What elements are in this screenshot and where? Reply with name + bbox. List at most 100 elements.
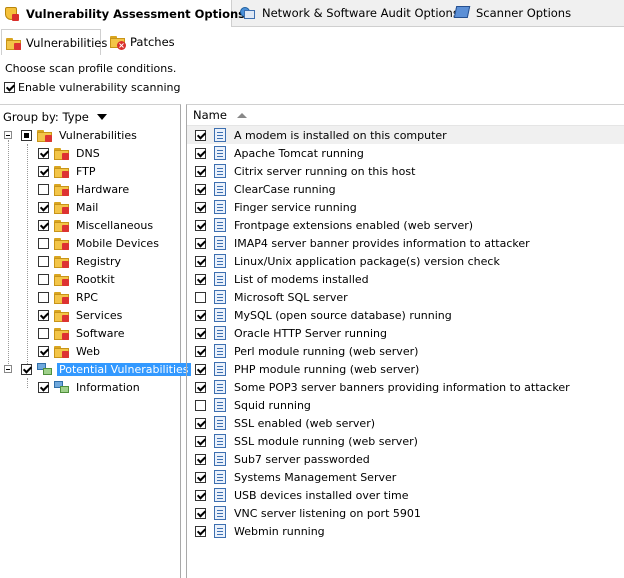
folder-icon bbox=[54, 344, 70, 358]
list-item-checkbox[interactable] bbox=[195, 507, 206, 519]
list-item[interactable]: Frontpage extensions enabled (web server… bbox=[187, 216, 624, 234]
list-item[interactable]: Apache Tomcat running bbox=[187, 144, 624, 162]
tree-checkbox[interactable] bbox=[38, 327, 49, 339]
list-item[interactable]: Finger service running bbox=[187, 198, 624, 216]
tree-checkbox[interactable] bbox=[38, 291, 49, 303]
name-column-header[interactable]: Name bbox=[187, 105, 624, 126]
list-item-checkbox[interactable] bbox=[195, 165, 206, 177]
tree-checkbox[interactable] bbox=[38, 381, 49, 393]
vulnerability-document-icon bbox=[214, 434, 226, 448]
list-item[interactable]: List of modems installed bbox=[187, 270, 624, 288]
tree-node-rootkit[interactable]: Rootkit bbox=[38, 270, 117, 288]
tree-checkbox[interactable] bbox=[38, 345, 49, 357]
vulnerability-document-icon bbox=[214, 362, 226, 376]
list-item-checkbox[interactable] bbox=[195, 201, 206, 213]
list-item-checkbox[interactable] bbox=[195, 363, 206, 375]
list-item[interactable]: PHP module running (web server) bbox=[187, 360, 624, 378]
tree-node-web[interactable]: Web bbox=[38, 342, 102, 360]
vulnerabilities-folder-icon bbox=[37, 128, 53, 142]
tree-node-label: Hardware bbox=[76, 182, 130, 196]
list-item-checkbox[interactable] bbox=[195, 129, 206, 141]
list-item-checkbox[interactable] bbox=[195, 489, 206, 501]
collapse-vulnerabilities-toggle[interactable] bbox=[4, 131, 12, 139]
tree-checkbox[interactable] bbox=[21, 129, 32, 141]
tree-node-mobile-devices[interactable]: Mobile Devices bbox=[38, 234, 161, 252]
subtab-patches[interactable]: × Patches bbox=[106, 29, 186, 55]
tree-node-label: Web bbox=[76, 344, 100, 358]
list-item[interactable]: Oracle HTTP Server running bbox=[187, 324, 624, 342]
subtab-label: Patches bbox=[130, 35, 175, 49]
list-item[interactable]: Sub7 server passworded bbox=[187, 450, 624, 468]
list-item-checkbox[interactable] bbox=[195, 345, 206, 357]
list-item-checkbox[interactable] bbox=[195, 183, 206, 195]
list-item-checkbox[interactable] bbox=[195, 273, 206, 285]
list-item-checkbox[interactable] bbox=[195, 255, 206, 267]
tree-node-registry[interactable]: Registry bbox=[38, 252, 123, 270]
tree-node-information[interactable]: Information bbox=[38, 378, 142, 396]
list-item-checkbox[interactable] bbox=[195, 381, 206, 393]
subtab-vulnerabilities[interactable]: Vulnerabilities bbox=[1, 29, 107, 55]
tree-node-miscellaneous[interactable]: Miscellaneous bbox=[38, 216, 155, 234]
list-item[interactable]: ClearCase running bbox=[187, 180, 624, 198]
list-item[interactable]: Linux/Unix application package(s) versio… bbox=[187, 252, 624, 270]
list-item-checkbox[interactable] bbox=[195, 309, 206, 321]
list-item[interactable]: Citrix server running on this host bbox=[187, 162, 624, 180]
enable-scanning-checkbox[interactable] bbox=[4, 82, 15, 93]
folder-icon bbox=[54, 290, 70, 304]
group-by-dropdown[interactable]: Group by: Type bbox=[3, 110, 107, 124]
list-item[interactable]: IMAP4 server banner provides information… bbox=[187, 234, 624, 252]
tree-checkbox[interactable] bbox=[38, 183, 49, 195]
list-item[interactable]: A modem is installed on this computer bbox=[187, 126, 624, 144]
tree-checkbox[interactable] bbox=[38, 201, 49, 213]
enable-vulnerability-scanning[interactable]: Enable vulnerability scanning bbox=[4, 81, 180, 94]
tree-node-hardware[interactable]: Hardware bbox=[38, 180, 131, 198]
tree-node-dns[interactable]: DNS bbox=[38, 144, 102, 162]
tab-vulnerability-assessment-options[interactable]: Vulnerability Assessment Options bbox=[0, 0, 245, 27]
tree-node-vulnerabilities[interactable]: Vulnerabilities bbox=[21, 126, 139, 144]
tree-checkbox[interactable] bbox=[38, 219, 49, 231]
list-item[interactable]: Perl module running (web server) bbox=[187, 342, 624, 360]
tree-checkbox[interactable] bbox=[38, 165, 49, 177]
list-item-checkbox[interactable] bbox=[195, 399, 206, 411]
tree-checkbox[interactable] bbox=[21, 363, 32, 375]
tab-scanner-options[interactable]: Scanner Options bbox=[450, 0, 624, 26]
list-item[interactable]: SSL module running (web server) bbox=[187, 432, 624, 450]
tab-network-software-audit-options[interactable]: Network & Software Audit Options bbox=[236, 0, 459, 26]
list-item-checkbox[interactable] bbox=[195, 291, 206, 303]
list-item-checkbox[interactable] bbox=[195, 525, 206, 537]
list-item[interactable]: Some POP3 server banners providing infor… bbox=[187, 378, 624, 396]
tree-checkbox[interactable] bbox=[38, 237, 49, 249]
tree-node-software[interactable]: Software bbox=[38, 324, 127, 342]
list-item-checkbox[interactable] bbox=[195, 147, 206, 159]
list-item-checkbox[interactable] bbox=[195, 453, 206, 465]
list-item[interactable]: SSL enabled (web server) bbox=[187, 414, 624, 432]
tree-checkbox[interactable] bbox=[38, 147, 49, 159]
list-item[interactable]: Squid running bbox=[187, 396, 624, 414]
list-item-checkbox[interactable] bbox=[195, 327, 206, 339]
tree-node-ftp[interactable]: FTP bbox=[38, 162, 98, 180]
category-tree-panel: Group by: Type Vulnerabilities DNS FTP H… bbox=[0, 104, 191, 578]
list-item[interactable]: MySQL (open source database) running bbox=[187, 306, 624, 324]
tree-checkbox[interactable] bbox=[38, 273, 49, 285]
collapse-potential-toggle[interactable] bbox=[4, 365, 12, 373]
list-item-label: Sub7 server passworded bbox=[234, 452, 370, 466]
list-item-checkbox[interactable] bbox=[195, 237, 206, 249]
list-item[interactable]: Systems Management Server bbox=[187, 468, 624, 486]
tree-checkbox[interactable] bbox=[38, 255, 49, 267]
tree-checkbox[interactable] bbox=[38, 309, 49, 321]
tree-node-rpc[interactable]: RPC bbox=[38, 288, 100, 306]
folder-icon bbox=[54, 254, 70, 268]
list-item-checkbox[interactable] bbox=[195, 471, 206, 483]
list-item[interactable]: Microsoft SQL server bbox=[187, 288, 624, 306]
list-item[interactable]: Webmin running bbox=[187, 522, 624, 540]
list-item-checkbox[interactable] bbox=[195, 417, 206, 429]
list-item[interactable]: VNC server listening on port 5901 bbox=[187, 504, 624, 522]
list-item-checkbox[interactable] bbox=[195, 219, 206, 231]
tree-node-potential-vulnerabilities[interactable]: Potential Vulnerabilities bbox=[21, 360, 191, 378]
list-item-checkbox[interactable] bbox=[195, 435, 206, 447]
list-item-label: List of modems installed bbox=[234, 272, 369, 286]
list-item[interactable]: USB devices installed over time bbox=[187, 486, 624, 504]
sort-ascending-icon bbox=[236, 112, 247, 118]
tree-node-services[interactable]: Services bbox=[38, 306, 124, 324]
tree-node-mail[interactable]: Mail bbox=[38, 198, 100, 216]
